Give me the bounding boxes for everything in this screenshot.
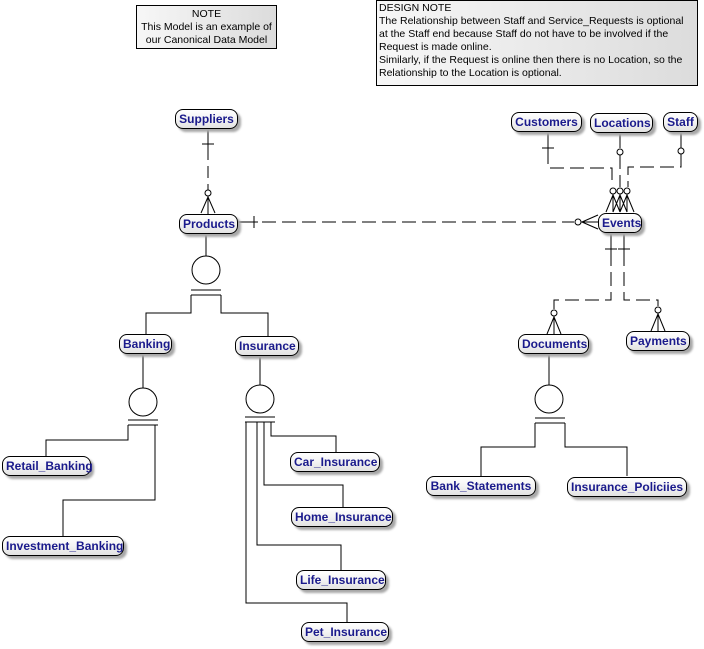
rel-staff-events: [619, 133, 685, 213]
design-note-line: at the Staff end because Staff do not ha…: [379, 28, 669, 40]
note-title: NOTE: [191, 8, 222, 20]
entity-insurance-policies[interactable]: Insurance_Policiies: [567, 477, 687, 497]
entity-bank-statements[interactable]: Bank_Statements: [426, 476, 536, 496]
entity-car-insurance[interactable]: Car_Insurance: [290, 452, 380, 472]
entity-life-insurance[interactable]: Life_Insurance: [296, 570, 386, 590]
note-line: This Model is an example of: [141, 21, 272, 33]
entity-locations[interactable]: Locations: [590, 113, 653, 133]
note-line: our Canonical Data Model: [145, 34, 268, 46]
design-note-line: Similarly, if the Request is online then…: [379, 54, 683, 66]
products-subtype-connector: [145, 234, 269, 336]
entity-customers[interactable]: Customers: [511, 112, 582, 132]
entity-pet-insurance[interactable]: Pet_Insurance: [301, 622, 389, 642]
rel-events-payments: [618, 233, 666, 332]
entity-payments[interactable]: Payments: [626, 331, 690, 351]
rel-events-documents: [546, 233, 617, 335]
entity-products[interactable]: Products: [179, 214, 238, 234]
entity-insurance[interactable]: Insurance: [235, 336, 299, 356]
design-note-title: DESIGN NOTE: [379, 2, 452, 14]
design-note-box: DESIGN NOTE The Relationship between Sta…: [376, 0, 698, 86]
rel-suppliers-products: [200, 130, 216, 214]
entity-events[interactable]: Events: [598, 213, 642, 233]
banking-subtype-connector: [45, 354, 158, 536]
entity-banking[interactable]: Banking: [119, 334, 172, 354]
entity-suppliers[interactable]: Suppliers: [175, 109, 238, 129]
note-box: NOTE This Model is an example of our Can…: [136, 5, 277, 49]
documents-subtype-connector: [480, 354, 628, 476]
design-note-line: Relationship to the Location is optional…: [379, 67, 562, 79]
entity-investment-banking[interactable]: Investment_Banking: [2, 536, 124, 556]
entity-home-insurance[interactable]: Home_Insurance: [291, 507, 393, 527]
entity-retail-banking[interactable]: Retail_Banking: [2, 456, 93, 476]
design-note-line: Request is made online.: [379, 41, 492, 53]
design-note-line: The Relationship between Staff and Servi…: [379, 15, 684, 27]
rel-products-events: [238, 214, 599, 230]
entity-documents[interactable]: Documents: [518, 334, 589, 354]
entity-staff[interactable]: Staff: [663, 112, 698, 132]
rel-customers-events: [542, 133, 621, 213]
